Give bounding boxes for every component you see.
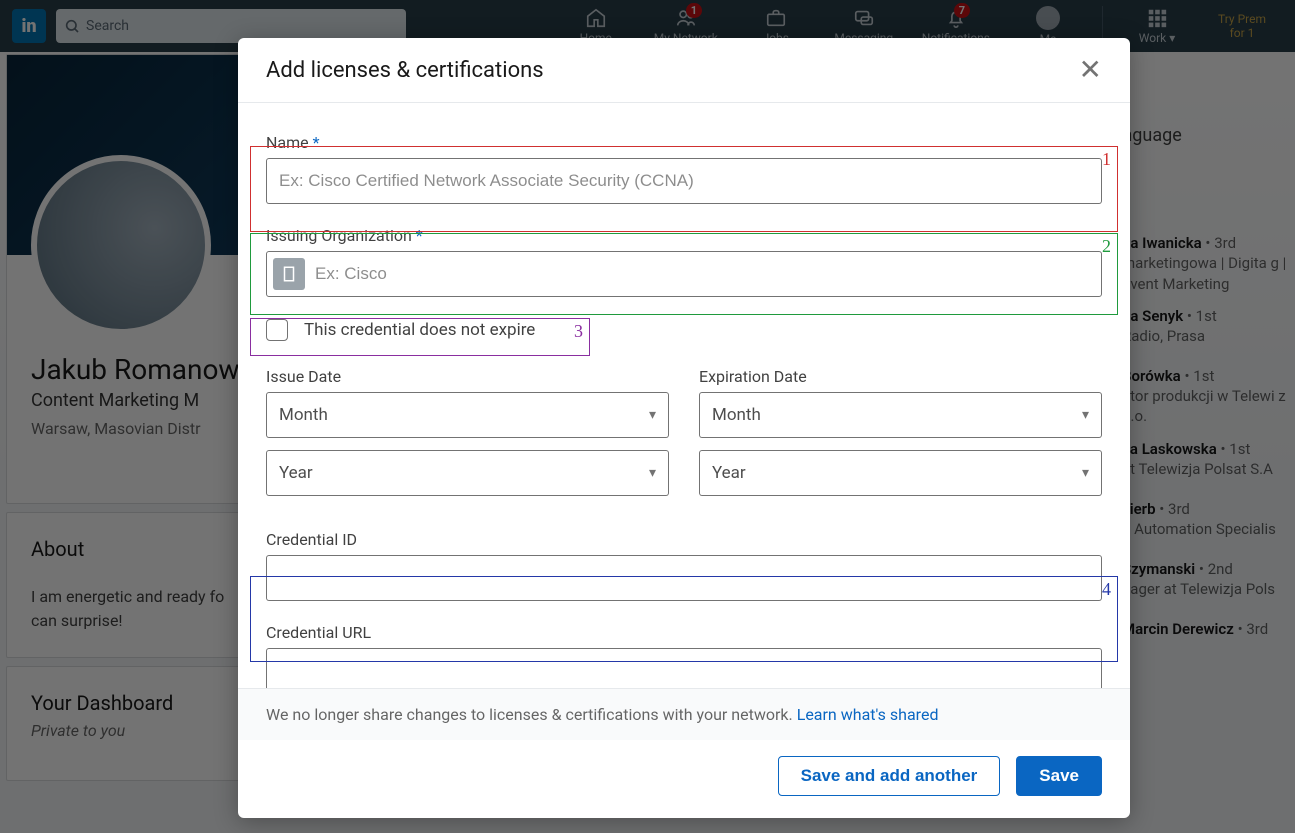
dialog-footer: Save and add another Save	[238, 740, 1130, 818]
issue-year-select[interactable]: Year ▾	[266, 450, 669, 496]
name-input[interactable]	[266, 158, 1102, 204]
expire-date-col: Expiration Date Month ▾ Year ▾	[699, 367, 1102, 508]
issue-month-select[interactable]: Month ▾	[266, 392, 669, 438]
cred-id-field: Credential ID	[266, 530, 1102, 601]
learn-shared-link[interactable]: Learn what's shared	[797, 705, 939, 724]
org-field-wrapper: Issuing Organization *	[266, 226, 1102, 297]
cred-url-label: Credential URL	[266, 623, 1102, 642]
cred-id-input[interactable]	[266, 555, 1102, 601]
name-field-wrapper: Name *	[266, 133, 1102, 204]
chevron-down-icon: ▾	[1082, 407, 1089, 423]
dialog-title: Add licenses & certifications	[266, 58, 544, 83]
name-label: Name *	[266, 133, 1102, 152]
no-expire-row: This credential does not expire	[266, 319, 1102, 341]
expire-date-label: Expiration Date	[699, 367, 1102, 386]
no-expire-checkbox[interactable]	[266, 319, 288, 341]
issue-date-label: Issue Date	[266, 367, 669, 386]
chevron-down-icon: ▾	[1082, 465, 1089, 481]
no-expire-label: This credential does not expire	[304, 320, 535, 340]
chevron-down-icon: ▾	[649, 465, 656, 481]
add-cert-dialog: Add licenses & certifications ✕ Name * I…	[238, 38, 1130, 818]
expire-year-select[interactable]: Year ▾	[699, 450, 1102, 496]
org-input[interactable]	[305, 252, 1095, 296]
chevron-down-icon: ▾	[649, 407, 656, 423]
cred-id-label: Credential ID	[266, 530, 1102, 549]
org-label: Issuing Organization *	[266, 226, 1102, 245]
save-button[interactable]: Save	[1016, 756, 1102, 796]
required-star: *	[313, 133, 320, 152]
building-icon	[273, 258, 305, 290]
issue-year-value: Year	[279, 463, 313, 483]
org-input-row	[266, 251, 1102, 297]
issue-month-value: Month	[279, 405, 328, 425]
dialog-note-text: We no longer share changes to licenses &…	[266, 705, 797, 724]
close-icon[interactable]: ✕	[1079, 56, 1102, 84]
dialog-note: We no longer share changes to licenses &…	[238, 688, 1130, 740]
expire-month-select[interactable]: Month ▾	[699, 392, 1102, 438]
expire-year-value: Year	[712, 463, 746, 483]
save-add-another-button[interactable]: Save and add another	[778, 756, 1001, 796]
cred-url-input[interactable]	[266, 648, 1102, 688]
expire-month-value: Month	[712, 405, 761, 425]
cred-url-field: Credential URL	[266, 623, 1102, 688]
required-star: *	[416, 226, 423, 245]
issue-date-col: Issue Date Month ▾ Year ▾	[266, 367, 669, 508]
